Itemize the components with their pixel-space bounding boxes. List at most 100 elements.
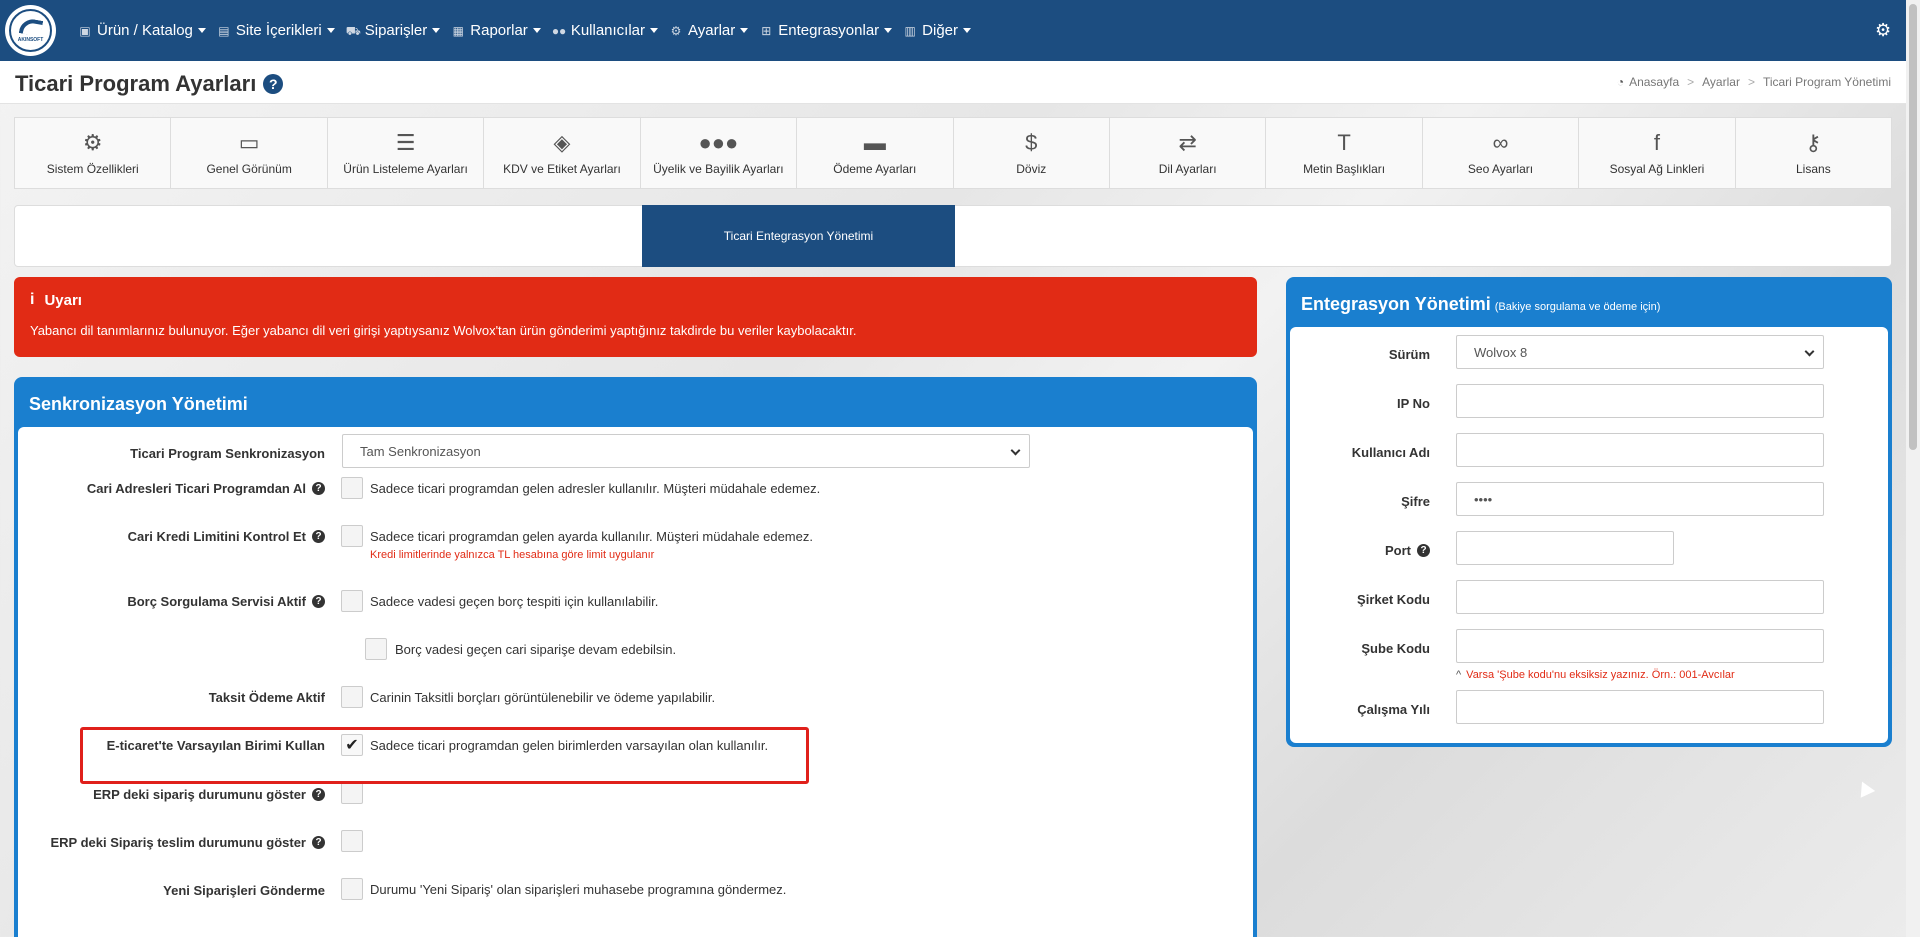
calisma-yili-input[interactable] [1456,690,1824,724]
ip-input[interactable] [1456,384,1824,418]
erp-teslim-durum-checkbox[interactable] [341,830,363,852]
port-input[interactable] [1456,531,1674,565]
taksit-odeme-desc: Carinin Taksitli borçları görüntülenebil… [370,690,716,705]
tab-sosyal-ag[interactable]: f Sosyal Ağ Linkleri [1579,118,1736,188]
borc-sorgulama-desc: Sadece vadesi geçen borç tespiti için ku… [370,594,659,609]
question-circle-icon[interactable]: ? [312,481,325,495]
integration-title-text: Entegrasyon Yönetimi [1301,294,1491,314]
yeni-siparis-checkbox[interactable] [341,878,363,900]
tab-ticari-entegrasyon[interactable]: Ticari Entegrasyon Yönetimi [642,205,955,267]
cogs-icon: ⚙ [82,130,103,155]
users-icon: ●●● [698,130,739,155]
erp-teslim-durum-label: ERP deki Sipariş teslim durumunu göster? [25,830,325,854]
nav-siparisler[interactable]: ⛟ Siparişler [346,22,441,39]
integration-panel: Entegrasyon Yönetimi (Bakiye sorgulama ve… [1286,277,1892,747]
logo-arc [18,16,43,37]
taksit-odeme-checkbox[interactable] [341,686,363,708]
borc-sorgulama-checkbox[interactable] [341,590,363,612]
page-title: Ticari Program Ayarları ? [15,71,284,97]
nav-site-icerikleri[interactable]: ▤ Site İçerikleri [217,22,335,39]
program-sync-select[interactable]: Tam Senkronizasyon [342,434,1030,468]
text-icon: T [1337,130,1351,155]
surum-select[interactable]: Wolvox 8 [1456,335,1824,369]
tab-label: Döviz [1016,162,1047,176]
scrollbar-thumb[interactable] [1909,4,1917,450]
question-circle-icon[interactable]: ? [312,594,325,608]
field-label-text: Şube Kodu [1361,640,1430,656]
tab-label: Ürün Listeleme Ayarları [343,162,468,176]
sifre-input[interactable]: •••• [1456,482,1824,516]
tab-genel-gorunum[interactable]: ▭ Genel Görünüm [171,118,328,188]
tab-doviz[interactable]: $ Döviz [953,118,1110,188]
row-label-text: ERP deki sipariş durumunu göster [93,786,306,802]
surum-value: Wolvox 8 [1474,344,1528,360]
borc-vadesi-checkbox[interactable] [365,638,387,660]
nav-label: Site İçerikleri [235,22,322,39]
kullanici-adi-input[interactable] [1456,433,1824,467]
caret-down-icon [432,28,441,33]
tab-sistem-ozellikleri[interactable]: ⚙ Sistem Özellikleri [15,118,172,188]
cari-adres-checkbox[interactable] [341,477,363,499]
highlight-box [80,727,809,784]
cari-adres-label: Cari Adresleri Ticari Programdan Al? [25,476,325,500]
alert-title-text: Uyarı [44,291,82,309]
tab-dil-ayarlari[interactable]: ⇄ Dil Ayarları [1109,118,1267,188]
nav-label: Ayarlar [688,22,736,39]
tab-label: KDV ve Etiket Ayarları [503,162,621,176]
sirket-kodu-input[interactable] [1456,580,1824,614]
field-label-text: Sürüm [1388,346,1430,362]
nav-kullanicilar[interactable]: ●● Kullanıcılar [552,22,659,39]
row-label-text: ERP deki Sipariş teslim durumunu göster [50,834,307,850]
question-circle-icon[interactable]: ? [312,835,325,849]
breadcrumb-ayarlar[interactable]: Ayarlar [1702,75,1740,89]
row-label-text: Cari Adresleri Ticari Programdan Al [86,480,306,496]
kredi-limit-checkbox[interactable] [341,525,363,547]
nav-label: Entegrasyonlar [778,22,880,39]
sube-kodu-input[interactable] [1456,629,1824,663]
tab-kdv-etiket[interactable]: ◈ KDV ve Etiket Ayarları [484,118,641,188]
kredi-limit-desc: Sadece ticari programdan gelen ayarda ku… [370,529,813,544]
question-circle-icon[interactable]: ? [263,74,284,94]
yeni-siparis-desc: Durumu 'Yeni Sipariş' olan siparişleri m… [370,882,787,897]
nav-urun-katalog[interactable]: ▣ Ürün / Katalog [78,22,206,39]
integration-subtitle: (Bakiye sorgulama ve ödeme için) [1494,301,1661,313]
nav-raporlar[interactable]: ▦ Raporlar [451,22,541,39]
nav-diger[interactable]: ▥ Diğer [903,22,972,39]
tab-seo-ayarlari[interactable]: ∞ Seo Ayarları [1422,118,1580,188]
question-circle-icon[interactable]: ? [1417,543,1430,557]
nav-entegrasyonlar[interactable]: ⊞ Entegrasyonlar [759,22,893,39]
tab-label: Lisans [1796,162,1831,176]
key-icon: ⚷ [1805,130,1822,155]
sirket-kodu-label: Şirket Kodu [1290,587,1430,611]
page-scrollbar[interactable] [1906,0,1920,937]
nav-ayarlar[interactable]: ⚙ Ayarlar [669,22,749,39]
tab-label: Sosyal Ağ Linkleri [1609,162,1705,176]
tab-label: Metin Başlıkları [1303,162,1386,176]
caret-down-icon [532,28,541,33]
caret-down-icon [650,28,659,33]
calisma-yili-label: Çalışma Yılı [1290,697,1430,721]
tab-urun-listeleme[interactable]: ☰ Ürün Listeleme Ayarları [327,118,485,188]
tab-label: Genel Görünüm [206,162,292,176]
nav-label: Ürün / Katalog [97,22,193,39]
credit-card-icon: ▬ [863,130,886,155]
logo-text: AKINSOFT [17,36,44,43]
breadcrumb-home[interactable]: Anasayfa [1629,75,1679,89]
tab-uyelik-bayilik[interactable]: ●●● Üyelik ve Bayilik Ayarları [640,118,798,188]
tab-odeme-ayarlari[interactable]: ▬ Ödeme Ayarları [797,118,954,188]
question-circle-icon[interactable]: ? [312,787,325,801]
field-label-text: Çalışma Yılı [1357,701,1430,717]
tab-lisans[interactable]: ⚷ Lisans [1735,118,1892,188]
erp-siparis-durum-checkbox[interactable] [341,782,363,804]
taksit-odeme-label: Taksit Ödeme Aktif [25,685,325,709]
question-circle-icon[interactable]: ? [312,529,325,543]
settings-gear-icon[interactable]: ⚙ [1875,20,1891,41]
kullanici-adi-label: Kullanıcı Adı [1290,440,1430,464]
tab-metin-basliklari[interactable]: T Metin Başlıkları [1266,118,1423,188]
field-label-text: Port [1385,542,1411,558]
caret-down-icon [197,28,206,33]
field-label-text: Şirket Kodu [1357,591,1430,607]
akinsoft-logo[interactable]: AKINSOFT [5,5,56,56]
tab-label: Ödeme Ayarları [833,162,917,176]
breadcrumb-separator: > [1687,75,1695,89]
